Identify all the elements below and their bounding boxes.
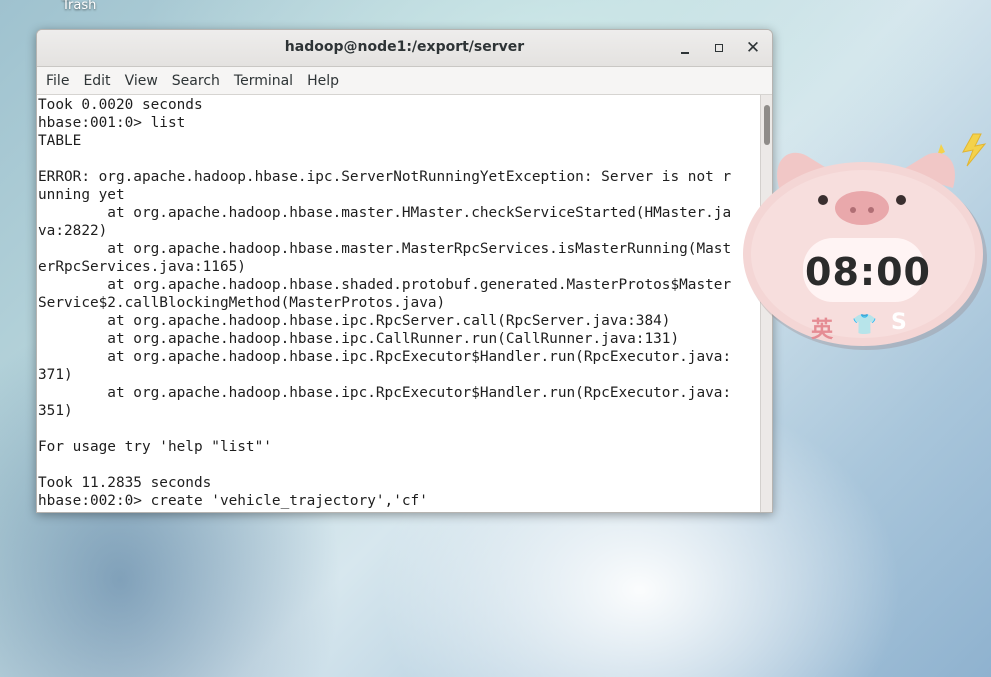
terminal-line: ERROR: org.apache.hadoop.hbase.ipc.Serve…: [38, 169, 732, 185]
terminal-line: For usage try 'help "list"': [38, 439, 272, 455]
menu-terminal[interactable]: Terminal: [227, 69, 300, 93]
terminal-line: Service$2.callBlockingMethod(MasterProto…: [38, 295, 446, 311]
trash-label[interactable]: Trash: [62, 0, 96, 13]
menu-file[interactable]: File: [39, 69, 76, 93]
shirt-icon[interactable]: 👕: [852, 312, 877, 336]
window-title: hadoop@node1:/export/server: [284, 39, 525, 55]
terminal-line: Took 11.2835 seconds: [38, 475, 212, 491]
terminal-line: va:2822): [38, 223, 108, 239]
clock-time: 08:00: [805, 250, 931, 294]
menu-edit[interactable]: Edit: [76, 69, 117, 93]
menu-help[interactable]: Help: [300, 69, 346, 93]
terminal-line: Took 0.0020 seconds: [38, 97, 203, 113]
terminal-line: at org.apache.hadoop.hbase.shaded.protob…: [38, 277, 732, 293]
terminal-line: at org.apache.hadoop.hbase.ipc.RpcExecut…: [38, 349, 732, 365]
s-indicator[interactable]: S: [891, 310, 907, 335]
terminal-line: hbase:001:0> list: [38, 115, 186, 131]
terminal-text: Took 0.0020 seconds hbase:001:0> list TABL…: [37, 95, 760, 510]
menu-bar: File Edit View Search Terminal Help: [37, 67, 772, 95]
terminal-line: 351): [38, 403, 73, 419]
terminal-line: erRpcServices.java:1165): [38, 259, 246, 275]
ime-indicator[interactable]: 英: [811, 312, 833, 344]
terminal-line: at org.apache.hadoop.hbase.master.HMaste…: [38, 205, 732, 221]
terminal-line: at org.apache.hadoop.hbase.ipc.CallRunne…: [38, 331, 680, 347]
terminal-line: TABLE: [38, 133, 82, 149]
maximize-button[interactable]: [709, 38, 729, 58]
terminal-line: at org.apache.hadoop.hbase.master.Master…: [38, 241, 732, 257]
maximize-icon: [715, 44, 723, 52]
close-icon: ✕: [745, 38, 761, 58]
terminal-output[interactable]: Took 0.0020 seconds hbase:001:0> list TABL…: [37, 95, 760, 512]
pig-clock-widget[interactable]: 08:00 英 👕 S: [741, 126, 991, 351]
title-bar[interactable]: hadoop@node1:/export/server ✕: [37, 30, 772, 67]
close-button[interactable]: ✕: [743, 38, 763, 58]
terminal-line: unning yet: [38, 187, 125, 203]
terminal-line: at org.apache.hadoop.hbase.ipc.RpcServer…: [38, 313, 671, 329]
terminal-line: 371): [38, 367, 73, 383]
terminal-window: hadoop@node1:/export/server ✕ File Edit …: [36, 29, 773, 513]
terminal-line: at org.apache.hadoop.hbase.ipc.RpcExecut…: [38, 385, 732, 401]
menu-search[interactable]: Search: [165, 69, 227, 93]
minimize-button[interactable]: [675, 38, 695, 58]
minimize-icon: [681, 52, 689, 54]
menu-view[interactable]: View: [118, 69, 165, 93]
terminal-line: hbase:002:0> create 'vehicle_trajectory'…: [38, 493, 428, 509]
